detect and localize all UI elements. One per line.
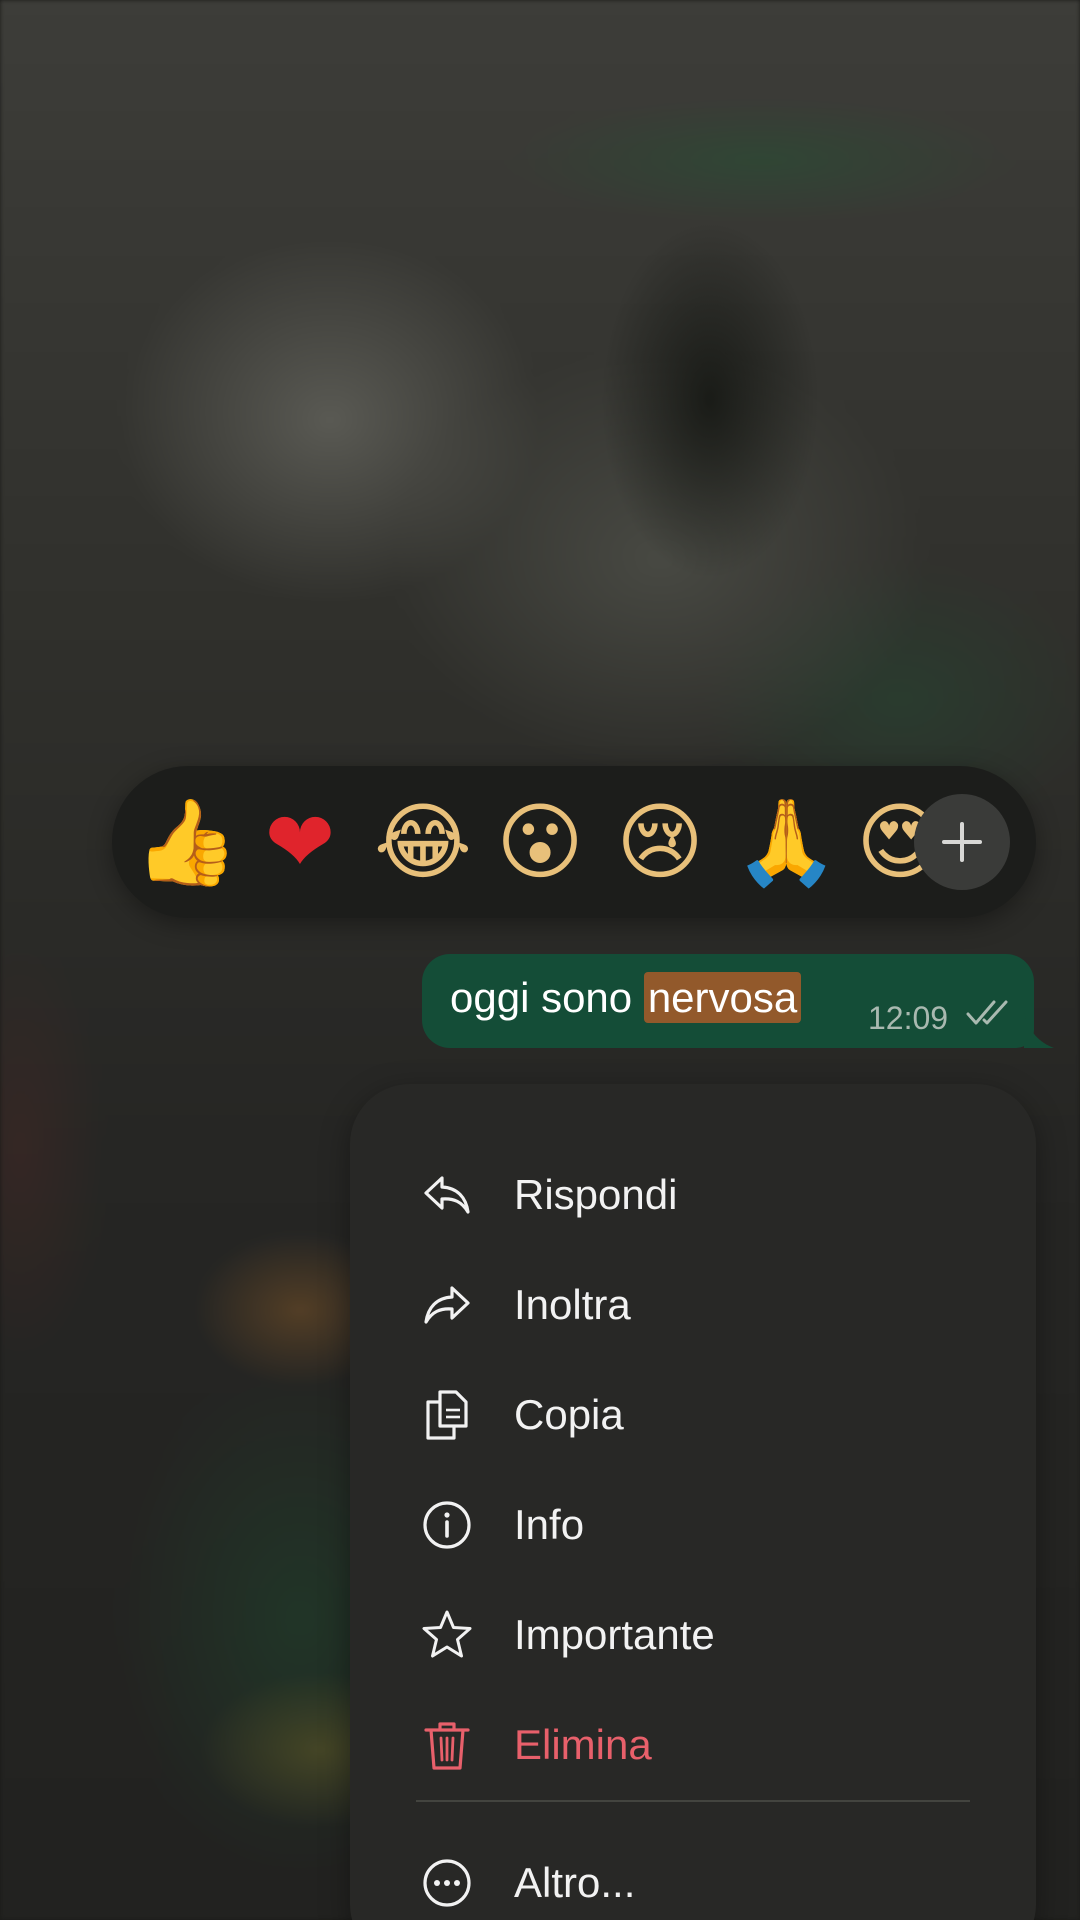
menu-item-more[interactable]: Altro...	[350, 1828, 1036, 1920]
reaction-tears-of-joy[interactable]: 😂	[374, 800, 472, 884]
menu-item-copy[interactable]: Copia	[350, 1360, 1036, 1470]
menu-item-delete[interactable]: Elimina	[350, 1690, 1036, 1800]
menu-item-info[interactable]: Info	[350, 1470, 1036, 1580]
background-shadow	[600, 220, 820, 580]
menu-label-info: Info	[514, 1501, 585, 1548]
menu-label-delete: Elimina	[514, 1721, 652, 1768]
screen: 👍 ❤ 😂 😮 😢 🙏 😍 oggi sono nervosa 12:09 Ri…	[0, 0, 1080, 1920]
menu-label-star: Importante	[514, 1611, 715, 1658]
info-icon	[420, 1498, 474, 1552]
message-bubble[interactable]: oggi sono nervosa 12:09	[422, 954, 1034, 1048]
menu-divider	[416, 1800, 970, 1802]
reaction-crying[interactable]: 😢	[614, 800, 706, 884]
message-text: oggi sono nervosa	[450, 972, 802, 1023]
reaction-red-heart[interactable]: ❤	[254, 800, 346, 884]
menu-item-forward[interactable]: Inoltra	[350, 1250, 1036, 1360]
forward-icon	[420, 1278, 474, 1332]
reply-icon	[420, 1168, 474, 1222]
bubble-tail	[1024, 1012, 1054, 1048]
reaction-bar: 👍 ❤ 😂 😮 😢 🙏 😍	[112, 766, 1036, 918]
menu-item-reply[interactable]: Rispondi	[350, 1140, 1036, 1250]
message-highlighted-word: nervosa	[643, 972, 802, 1023]
copy-icon	[420, 1388, 474, 1442]
more-icon	[420, 1856, 474, 1910]
reaction-astonished[interactable]: 😮	[494, 800, 586, 884]
message-context-menu: Rispondi Inoltra Copia Info Importante E…	[350, 1084, 1036, 1920]
menu-label-reply: Rispondi	[514, 1171, 678, 1218]
menu-label-more: Altro...	[514, 1859, 636, 1906]
message-text-plain: oggi sono	[450, 974, 644, 1021]
star-icon	[420, 1608, 474, 1662]
plus-icon	[942, 822, 982, 862]
reaction-folded-hands[interactable]: 🙏	[734, 800, 839, 884]
trash-icon	[420, 1718, 474, 1772]
double-check-icon	[966, 1000, 1008, 1025]
reaction-thumbs-up[interactable]: 👍	[134, 800, 239, 884]
message-time: 12:09	[868, 1000, 949, 1036]
menu-label-copy: Copia	[514, 1391, 624, 1438]
reaction-emoji-row: 👍 ❤ 😂 😮 😢 🙏 😍	[134, 766, 946, 918]
menu-label-forward: Inoltra	[514, 1281, 631, 1328]
menu-item-star[interactable]: Importante	[350, 1580, 1036, 1690]
more-reactions-button[interactable]	[914, 794, 1010, 890]
